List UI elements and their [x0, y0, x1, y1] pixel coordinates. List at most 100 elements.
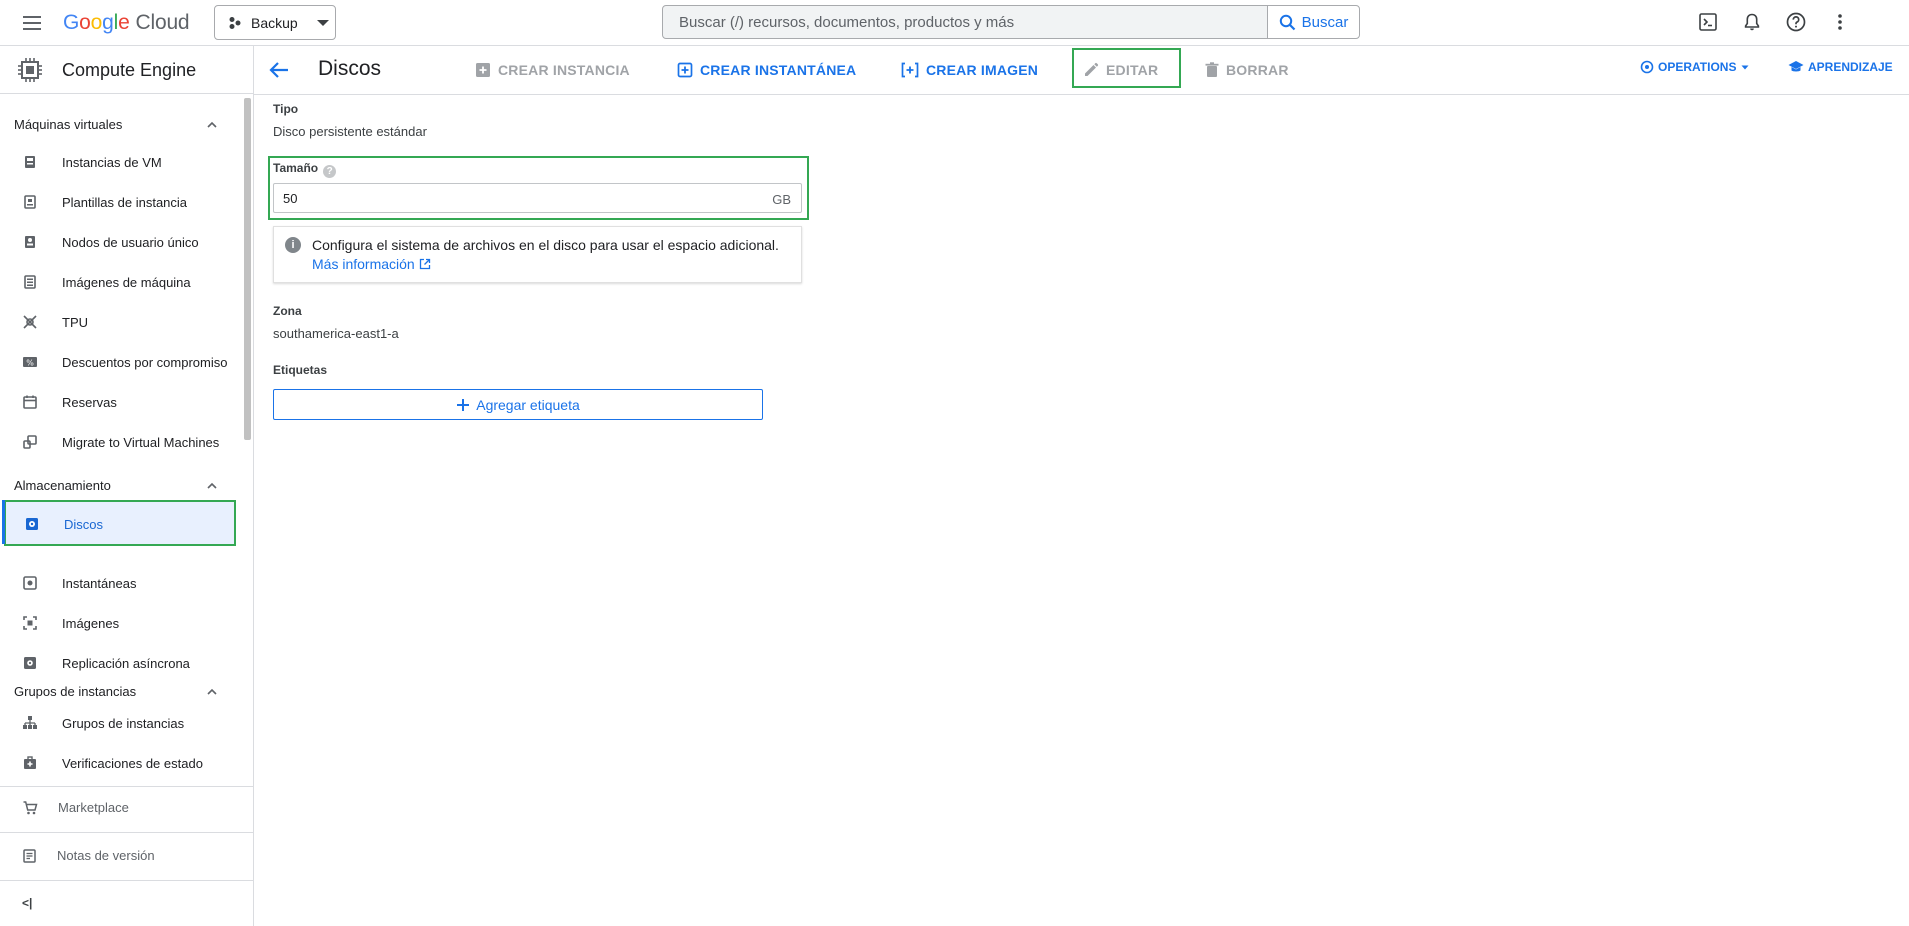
add-box-icon: [476, 63, 490, 77]
sidebar-item-label: Plantillas de instancia: [62, 195, 188, 210]
create-snapshot-label: CREAR INSTANTÁNEA: [700, 62, 857, 78]
instance-groups-icon: [23, 716, 37, 729]
add-snapshot-icon: [677, 62, 693, 78]
create-instance-button[interactable]: CREAR INSTANCIA: [475, 56, 630, 84]
replication-icon: [24, 657, 36, 669]
sidebar: Compute Engine Máquinas virtuales Instan…: [0, 46, 254, 926]
type-label: Tipo: [273, 102, 299, 116]
image-icon: [23, 616, 37, 630]
search-button-label: Buscar: [1301, 13, 1349, 31]
size-input[interactable]: [283, 190, 753, 206]
project-name: Backup: [251, 14, 298, 31]
sidebar-item-health-checks[interactable]: Verificaciones de estado: [4, 743, 236, 783]
add-label-button[interactable]: Agregar etiqueta: [273, 389, 763, 420]
sidebar-item-async-replication[interactable]: Replicación asíncrona: [4, 643, 236, 683]
sidebar-item-sole-tenant-nodes[interactable]: Nodos de usuario único: [4, 222, 236, 262]
sidebar-item-vm-instances[interactable]: Instancias de VM: [4, 142, 236, 182]
search-icon: [1279, 14, 1295, 30]
sidebar-item-release-notes[interactable]: Notas de versión: [0, 832, 253, 880]
release-notes-label: Notas de versión: [57, 848, 155, 863]
sidebar-item-disks[interactable]: Discos: [2, 500, 236, 546]
operations-menu-button[interactable]: OPERATIONS: [1640, 60, 1750, 74]
more-info-label: Más información: [312, 256, 415, 272]
migrate-icon: [23, 435, 37, 449]
chevron-up-icon: [207, 121, 217, 128]
size-label-container: Tamaño?: [273, 161, 337, 178]
machine-image-icon: [24, 275, 36, 289]
snapshot-icon: [23, 576, 37, 590]
cloud-shell-icon[interactable]: [1696, 10, 1720, 34]
notifications-icon[interactable]: [1740, 10, 1764, 34]
project-selector[interactable]: Backup: [214, 5, 336, 40]
section-storage[interactable]: Almacenamiento: [14, 478, 218, 493]
delete-button[interactable]: BORRAR: [1205, 56, 1289, 84]
create-instance-label: CREAR INSTANCIA: [498, 62, 630, 78]
section-instance-groups[interactable]: Grupos de instancias: [14, 684, 218, 699]
collapse-icon: <|: [22, 896, 33, 910]
type-value: Disco persistente estándar: [273, 124, 427, 139]
size-unit: GB: [772, 192, 791, 207]
more-info-link[interactable]: Más información: [312, 256, 431, 272]
info-text-container: Configura el sistema de archivos en el d…: [312, 236, 782, 274]
pencil-icon: [1085, 62, 1099, 76]
disk-detail-form: Tipo Disco persistente estándar Tamaño? …: [254, 96, 1909, 926]
info-icon: i: [285, 237, 301, 253]
sidebar-item-tpu[interactable]: TPU: [4, 302, 236, 342]
sidebar-item-committed-use-discounts[interactable]: % Descuentos por compromiso: [4, 342, 236, 382]
external-link-icon: [419, 258, 430, 270]
svg-text:%: %: [26, 359, 34, 368]
sidebar-item-migrate-to-vms[interactable]: Migrate to Virtual Machines: [4, 422, 236, 462]
google-cloud-logo[interactable]: Google Cloud: [63, 11, 190, 35]
discount-icon: %: [23, 357, 37, 368]
disk-icon: [26, 518, 38, 530]
size-field: GB: [273, 183, 802, 213]
info-message: i Configura el sistema de archivos en el…: [273, 226, 802, 283]
sidebar-item-label: Instancias de VM: [62, 155, 162, 170]
learning-button[interactable]: APRENDIZAJE: [1788, 60, 1893, 74]
product-name: Compute Engine: [62, 60, 197, 80]
sidebar-item-images[interactable]: Imágenes: [4, 603, 236, 643]
back-button[interactable]: [266, 57, 292, 83]
sidebar-scrollbar[interactable]: [244, 98, 251, 440]
sidebar-item-instance-groups[interactable]: Grupos de instancias: [4, 703, 236, 743]
health-check-icon: [24, 756, 36, 769]
plus-icon: [457, 398, 470, 411]
sidebar-item-label: Imágenes: [62, 616, 120, 631]
compute-engine-icon: [18, 58, 42, 82]
help-icon[interactable]: ?: [323, 165, 337, 178]
edit-button[interactable]: EDITAR: [1083, 56, 1158, 84]
create-snapshot-button[interactable]: CREAR INSTANTÁNEA: [677, 56, 856, 84]
section-virtual-machines[interactable]: Máquinas virtuales: [14, 117, 218, 132]
chevron-up-icon: [207, 688, 217, 695]
collapse-sidebar-button[interactable]: <|: [0, 880, 253, 926]
sidebar-item-label: Discos: [64, 517, 104, 532]
chevron-up-icon: [207, 482, 217, 489]
size-label: Tamaño: [273, 161, 319, 175]
create-image-button[interactable]: CREAR IMAGEN: [901, 56, 1038, 84]
sidebar-item-label: Verificaciones de estado: [62, 756, 203, 771]
tpu-icon: [23, 315, 37, 329]
main-menu-icon[interactable]: [20, 11, 44, 35]
chevron-down-icon: [1741, 65, 1749, 70]
sidebar-item-machine-images[interactable]: Imágenes de máquina: [4, 262, 236, 302]
sidebar-item-label: Nodos de usuario único: [62, 235, 199, 250]
product-header: Compute Engine: [0, 46, 254, 94]
labels-label: Etiquetas: [273, 363, 328, 377]
top-bar: Google Cloud Backup Buscar: [0, 0, 1909, 46]
more-options-icon[interactable]: [1828, 10, 1852, 34]
help-icon[interactable]: [1784, 10, 1808, 34]
delete-label: BORRAR: [1226, 62, 1289, 78]
sidebar-item-label: Replicación asíncrona: [62, 656, 190, 671]
sole-tenant-icon: [25, 236, 35, 248]
search-button[interactable]: Buscar: [1267, 5, 1360, 39]
trash-icon: [1205, 62, 1219, 77]
sidebar-item-instance-templates[interactable]: Plantillas de instancia: [4, 182, 236, 222]
logo-google-text: Google: [63, 11, 130, 34]
template-icon: [24, 195, 36, 209]
sidebar-item-snapshots[interactable]: Instantáneas: [4, 563, 236, 603]
sidebar-item-reservations[interactable]: Reservas: [4, 382, 236, 422]
section-title: Máquinas virtuales: [14, 117, 123, 132]
vm-instance-icon: [25, 156, 35, 168]
sidebar-item-marketplace[interactable]: Marketplace: [0, 784, 253, 832]
search-input[interactable]: [679, 13, 1267, 31]
